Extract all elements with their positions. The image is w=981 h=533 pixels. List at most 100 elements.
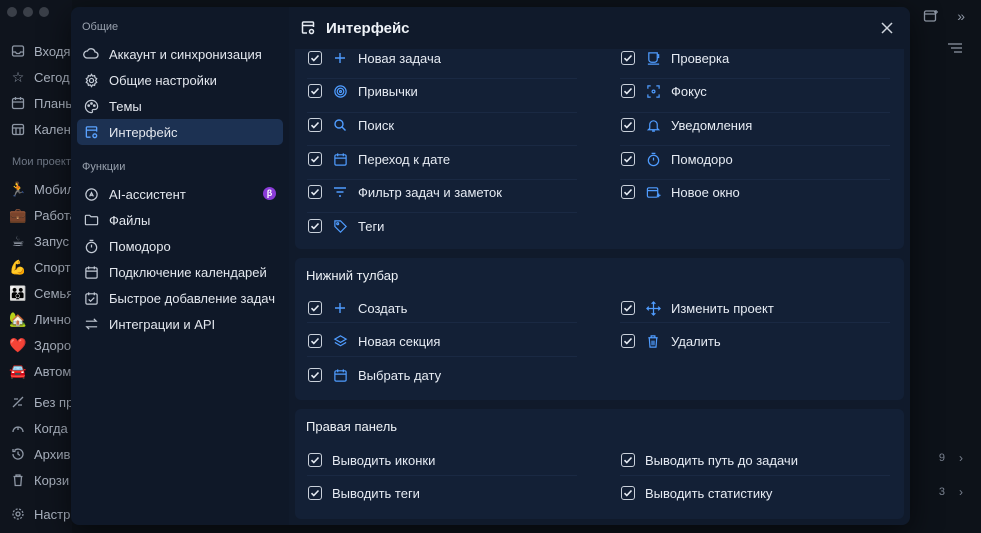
plus-icon — [332, 300, 348, 316]
project-item[interactable]: 👪 Семья — [9, 283, 73, 303]
option-new-task[interactable]: Новая задача — [308, 48, 441, 68]
option-tags[interactable]: Теги — [308, 216, 384, 236]
checkbox[interactable] — [621, 185, 635, 199]
nav-item-general-settings[interactable]: Общие настройки — [77, 67, 283, 93]
sidebar-item-calendar[interactable]: Кален — [10, 119, 71, 139]
content-header: Интерфейс — [289, 7, 910, 49]
checkbox[interactable] — [308, 219, 322, 233]
checkbox[interactable] — [308, 301, 322, 315]
checkbox[interactable] — [621, 118, 635, 132]
nav-item-themes[interactable]: Темы — [77, 93, 283, 119]
checkbox[interactable] — [621, 334, 635, 348]
divider — [307, 475, 577, 476]
option-new-window[interactable]: Новое окно — [621, 182, 740, 202]
option-pick-date[interactable]: Выбрать дату — [308, 365, 441, 385]
quick-add-icon — [83, 290, 99, 306]
option-pomodoro[interactable]: Помодоро — [621, 149, 733, 169]
collapse-panel-icon[interactable]: » — [957, 8, 965, 27]
option-delete[interactable]: Удалить — [621, 331, 721, 351]
checkbox[interactable] — [621, 51, 635, 65]
new-window-icon[interactable] — [923, 8, 939, 27]
nav-item-quick-add[interactable]: Быстрое добавление задач — [77, 285, 283, 311]
nav-item-calendars[interactable]: Подключение календарей — [77, 259, 283, 285]
sidebar-item-trash[interactable]: Корзи — [10, 470, 69, 490]
habit-icon — [332, 83, 348, 99]
option-notifications[interactable]: Уведомления — [621, 115, 752, 135]
project-item[interactable]: 💼 Работа — [9, 205, 77, 225]
nav-item-account[interactable]: Аккаунт и синхронизация — [77, 41, 283, 67]
checkbox[interactable] — [308, 453, 322, 467]
sidebar-item-today[interactable]: ☆ Сегод — [10, 67, 70, 87]
checkbox[interactable] — [621, 84, 635, 98]
sidebar-item-inbox[interactable]: Входя — [10, 41, 70, 61]
option-change-project[interactable]: Изменить проект — [621, 298, 774, 318]
nav-item-integrations[interactable]: Интеграции и API — [77, 311, 283, 337]
sidebar-item-someday[interactable]: Когда — [10, 418, 68, 438]
sidebar-item-no-project[interactable]: Без пр — [10, 392, 73, 412]
project-item[interactable]: ☕ Запус — [10, 231, 69, 251]
bell-icon — [645, 117, 661, 133]
option-review[interactable]: Проверка — [621, 48, 729, 68]
project-item[interactable]: ❤️ Здоро — [9, 335, 71, 355]
right-panel-title: Правая панель — [306, 419, 398, 434]
project-item[interactable]: 🚘 Автом — [9, 361, 71, 381]
chevron-right-icon[interactable]: › — [959, 451, 963, 465]
running-emoji-icon: 🏃 — [9, 180, 27, 197]
option-show-task-path[interactable]: Выводить путь до задачи — [621, 450, 798, 470]
checkbox[interactable] — [308, 152, 322, 166]
new-window-icon — [645, 184, 661, 200]
archive-icon — [10, 446, 26, 462]
chevron-right-icon[interactable]: › — [959, 485, 963, 499]
sidebar-item-archive[interactable]: Архив — [10, 444, 70, 464]
close-icon[interactable] — [878, 19, 896, 37]
calendar-icon — [332, 367, 348, 383]
option-search[interactable]: Поиск — [308, 115, 394, 135]
nav-item-pomodoro[interactable]: Помодоро — [77, 233, 283, 259]
menu-lines-icon[interactable] — [947, 42, 963, 58]
maximize-window-button[interactable] — [39, 7, 49, 17]
minimize-window-button[interactable] — [23, 7, 33, 17]
checkbox[interactable] — [308, 334, 322, 348]
divider — [307, 179, 577, 180]
general-section-title: Общие — [82, 21, 119, 33]
right-panel-card: Правая панель Выводить иконки Выводить т… — [295, 409, 904, 519]
option-show-stats[interactable]: Выводить статистику — [621, 483, 772, 503]
nav-item-ai-assistant[interactable]: AI-ассистент β — [77, 181, 283, 207]
window-controls — [7, 7, 49, 17]
nav-item-files[interactable]: Файлы — [77, 207, 283, 233]
checkbox[interactable] — [308, 486, 322, 500]
settings-sidebar: Общие Аккаунт и синхронизация Общие наст… — [71, 7, 289, 525]
checkbox[interactable] — [308, 118, 322, 132]
project-item[interactable]: 🏃 Мобил — [9, 179, 74, 199]
checkbox[interactable] — [621, 453, 635, 467]
option-focus[interactable]: Фокус — [621, 81, 707, 101]
option-show-tags[interactable]: Выводить теги — [308, 483, 420, 503]
divider — [620, 145, 890, 146]
project-item[interactable]: 🏡 Лично — [9, 309, 71, 329]
project-item[interactable]: 💪 Спорт — [9, 257, 70, 277]
option-habits[interactable]: Привычки — [308, 81, 418, 101]
option-filter[interactable]: Фильтр задач и заметок — [308, 182, 502, 202]
sidebar-item-planned[interactable]: Плань — [10, 93, 72, 113]
sidebar-item-settings[interactable]: Настр — [10, 504, 70, 524]
family-emoji-icon: 👪 — [9, 284, 27, 301]
option-go-to-date[interactable]: Переход к дате — [308, 149, 450, 169]
checkbox[interactable] — [308, 51, 322, 65]
settings-content: Интерфейс Новая задача Привычки Поиск Пе… — [289, 7, 910, 525]
nav-item-interface[interactable]: Интерфейс — [77, 119, 283, 145]
checkbox[interactable] — [308, 368, 322, 382]
palette-icon — [83, 98, 99, 114]
divider — [620, 322, 890, 323]
option-show-icons[interactable]: Выводить иконки — [308, 450, 435, 470]
option-new-section[interactable]: Новая секция — [308, 331, 440, 351]
checkbox[interactable] — [308, 185, 322, 199]
checkbox[interactable] — [621, 152, 635, 166]
option-create[interactable]: Создать — [308, 298, 407, 318]
close-window-button[interactable] — [7, 7, 17, 17]
divider — [620, 179, 890, 180]
checkbox[interactable] — [308, 84, 322, 98]
checkbox[interactable] — [621, 301, 635, 315]
checkbox[interactable] — [621, 486, 635, 500]
gear-icon — [10, 506, 26, 522]
car-emoji-icon: 🚘 — [9, 362, 27, 379]
